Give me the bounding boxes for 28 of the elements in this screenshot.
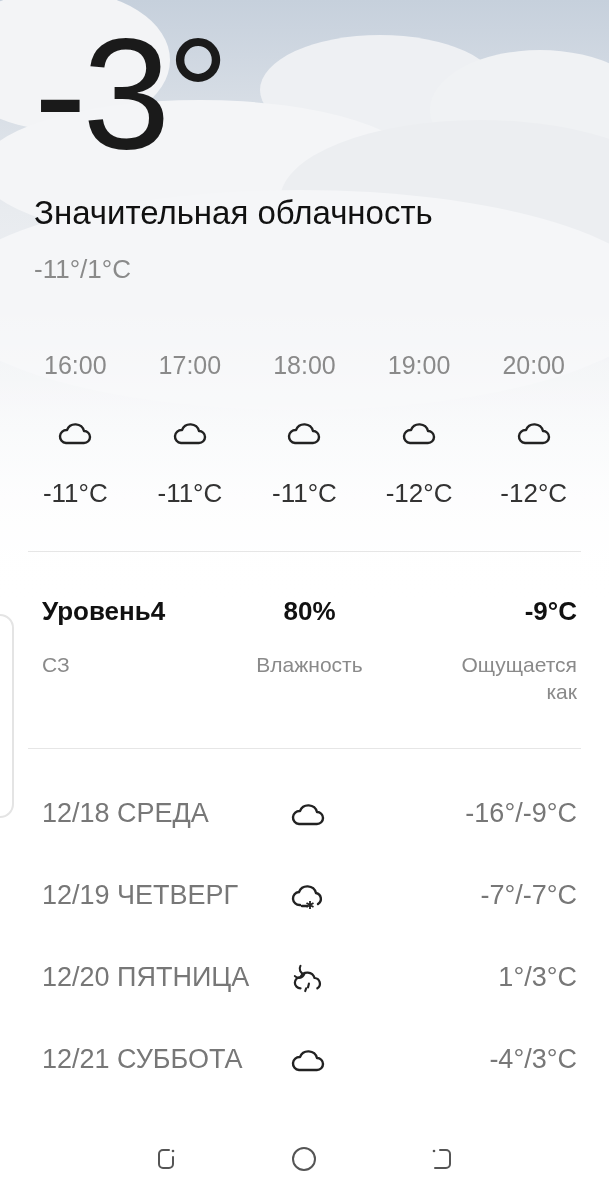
day-label: 12/18 СРЕДА [42,798,210,830]
day-label: 12/21 СУББОТА [42,1044,244,1076]
detail-label: Ощущается как [460,652,577,706]
hour-temperature: -11°C [272,478,337,509]
current-temperature: -3° [34,14,227,172]
detail-label: СЗ [42,652,71,678]
home-icon[interactable] [290,1145,319,1173]
hour-time: 20:00 [502,351,565,380]
day-temperature-range: -7°/-7°C [480,880,577,912]
temperature-range: -11°/1°C [34,254,132,285]
weather-condition: Значительная облачность [34,194,434,232]
hour-time: 18:00 [273,351,336,380]
hour-temperature: -12°C [500,478,568,509]
hour-time: 16:00 [44,351,107,380]
detail-value: -9°C [524,596,577,627]
hour-temperature: -12°C [385,478,453,509]
hour-time: 19:00 [387,351,451,380]
day-label: 12/20 ПЯТНИЦА [42,962,251,994]
hour-temperature: -11°C [157,478,223,509]
day-label: 12/19 ЧЕТВЕРГ [42,880,240,912]
day-temperature-range: -4°/3°C [489,1044,577,1076]
detail-value: 80% [283,596,336,627]
day-temperature-range: -16°/-9°C [465,798,577,830]
detail-value: Уровень4 [42,596,166,627]
detail-label: Влажность [255,652,364,678]
hour-time: 17:00 [158,351,222,380]
day-temperature-range: 1°/3°C [498,962,577,994]
hour-temperature: -11°C [42,478,108,509]
